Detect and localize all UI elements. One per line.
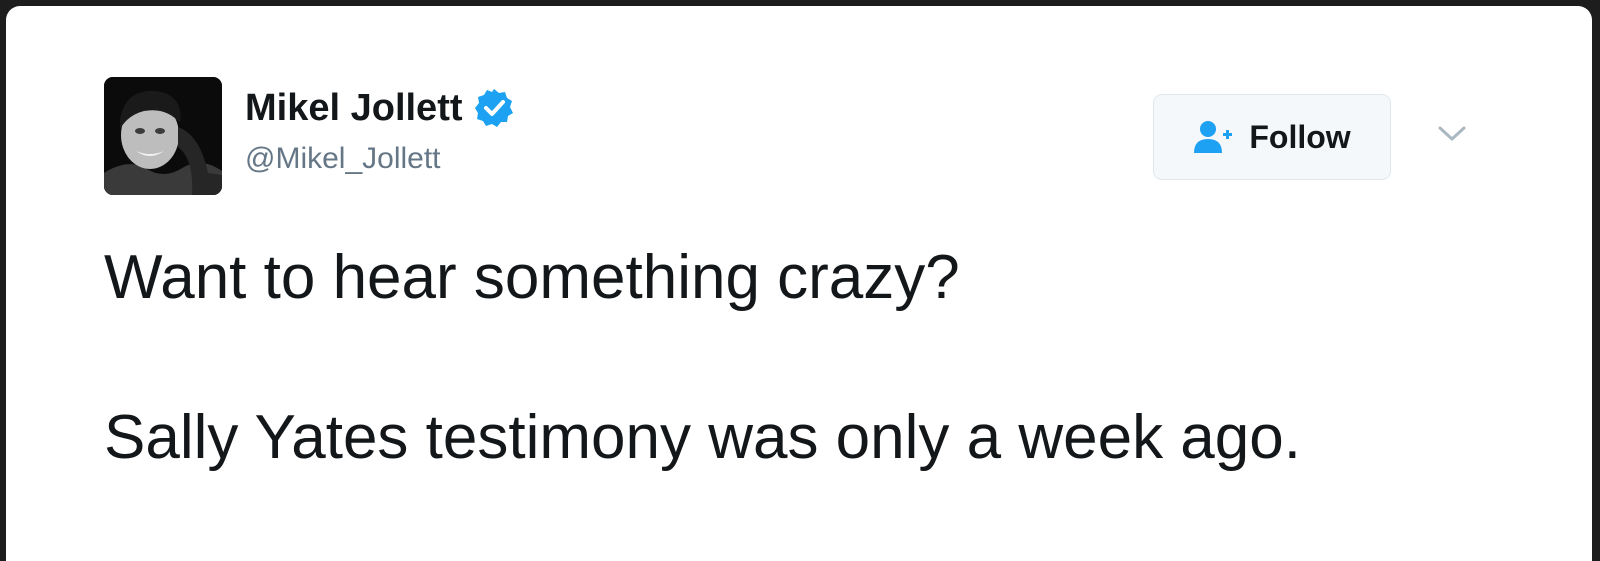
author-name-row[interactable]: Mikel Jollett <box>245 84 515 132</box>
tweet-line: Want to hear something crazy? <box>104 243 960 312</box>
tweet-card: Mikel Jollett @Mikel_Jollett Follow Want… <box>6 6 1592 561</box>
tweet-paragraph-gap <box>104 318 1524 398</box>
follow-button-label: Follow <box>1249 118 1351 155</box>
author-handle[interactable]: @Mikel_Jollett <box>245 142 441 176</box>
chevron-down-icon <box>1438 126 1466 141</box>
follow-button[interactable]: Follow <box>1153 94 1391 180</box>
tweet-line: Sally Yates testimony was only a week ag… <box>104 403 1301 472</box>
tweet-menu-button[interactable] <box>1430 118 1474 150</box>
tweet-text: Want to hear something crazy? Sally Yate… <box>104 238 1524 478</box>
add-user-icon <box>1193 119 1233 155</box>
avatar[interactable] <box>104 77 222 195</box>
avatar-photo <box>104 77 222 195</box>
verified-badge-icon <box>473 87 515 129</box>
author-display-name[interactable]: Mikel Jollett <box>245 87 463 130</box>
